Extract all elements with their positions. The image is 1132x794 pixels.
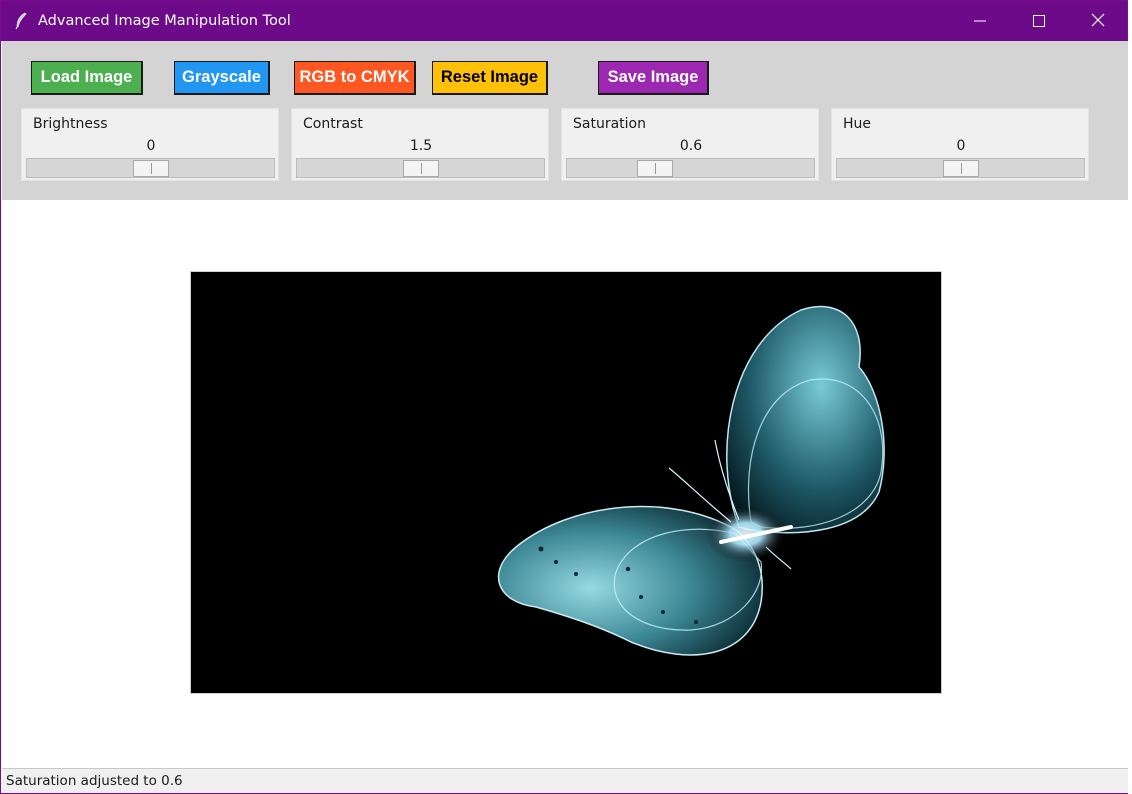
rgb-to-cmyk-button[interactable]: RGB to CMYK: [294, 61, 416, 95]
brightness-value: 0: [146, 138, 156, 154]
contrast-control: Contrast 1.5: [291, 108, 549, 181]
saturation-value: 0.6: [679, 138, 703, 154]
reset-image-button[interactable]: Reset Image: [432, 61, 548, 95]
close-button[interactable]: [1069, 1, 1127, 41]
hue-slider[interactable]: [836, 158, 1085, 178]
toolbar: Load Image Grayscale RGB to CMYK Reset I…: [2, 41, 1128, 200]
load-image-button[interactable]: Load Image: [31, 61, 143, 95]
hue-label: Hue: [843, 116, 872, 132]
saturation-control: Saturation 0.6: [561, 108, 819, 181]
status-bar: Saturation adjusted to 0.6: [2, 768, 1128, 793]
title-bar: Advanced Image Manipulation Tool: [1, 1, 1127, 41]
image-canvas: [2, 200, 1128, 768]
hue-slider-thumb[interactable]: [943, 160, 979, 177]
brightness-slider-thumb[interactable]: [133, 160, 169, 177]
window-title: Advanced Image Manipulation Tool: [38, 13, 291, 29]
hue-control: Hue 0: [831, 108, 1089, 181]
saturation-slider[interactable]: [566, 158, 815, 178]
grayscale-button[interactable]: Grayscale: [174, 61, 270, 95]
app-window: Advanced Image Manipulation Tool Load Im…: [0, 0, 1128, 794]
brightness-slider[interactable]: [26, 158, 275, 178]
contrast-value: 1.5: [409, 138, 433, 154]
brightness-control: Brightness 0: [21, 108, 279, 181]
save-image-button[interactable]: Save Image: [598, 61, 709, 95]
contrast-slider[interactable]: [296, 158, 545, 178]
hue-value: 0: [956, 138, 966, 154]
contrast-slider-thumb[interactable]: [403, 160, 439, 177]
minimize-icon: [974, 12, 986, 31]
maximize-button[interactable]: [1010, 1, 1068, 41]
close-icon: [1091, 12, 1105, 31]
butterfly-image: [190, 271, 942, 694]
minimize-button[interactable]: [951, 1, 1009, 41]
desktop-background: [1128, 0, 1132, 794]
maximize-icon: [1033, 12, 1045, 31]
status-message: Saturation adjusted to 0.6: [6, 773, 183, 789]
saturation-slider-thumb[interactable]: [637, 160, 673, 177]
feather-icon: [13, 12, 29, 30]
saturation-label: Saturation: [573, 116, 646, 132]
brightness-label: Brightness: [33, 116, 108, 132]
contrast-label: Contrast: [303, 116, 363, 132]
